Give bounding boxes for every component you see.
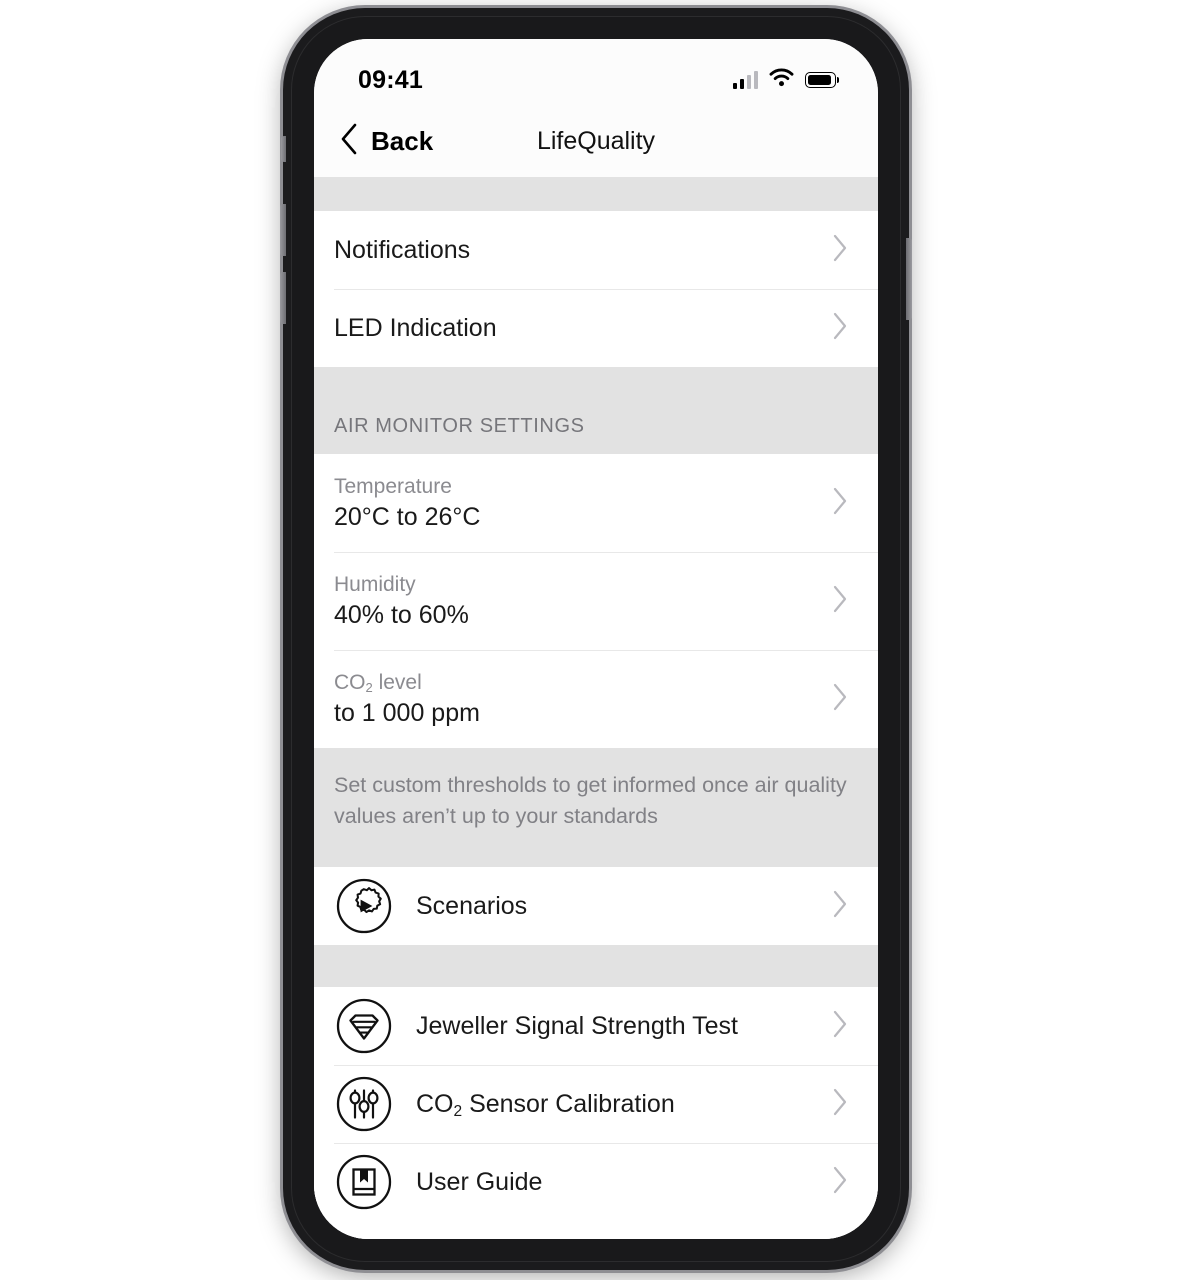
row-co2-level-label: CO2 level [334, 670, 422, 696]
status-bar-icons [732, 68, 839, 92]
chevron-right-icon [832, 312, 848, 345]
row-humidity[interactable]: Humidity 40% to 60% [314, 552, 878, 650]
back-button[interactable]: Back [340, 123, 433, 160]
book-bookmark-icon [334, 1152, 394, 1212]
row-led-indication-label: LED Indication [334, 313, 497, 342]
row-temperature-label: Temperature [334, 474, 452, 498]
row-scenarios-label: Scenarios [416, 891, 528, 920]
row-temperature[interactable]: Temperature 20°C to 26°C [314, 454, 878, 552]
sliders-icon [334, 1074, 394, 1134]
navigation-bar: Back LifeQuality [314, 105, 878, 177]
row-temperature-value: 20°C to 26°C [334, 502, 481, 531]
row-user-guide-label: User Guide [416, 1167, 543, 1196]
chevron-right-icon [832, 683, 848, 716]
silent-switch-button[interactable] [281, 136, 286, 162]
row-led-indication[interactable]: LED Indication [314, 289, 878, 367]
chevron-right-icon [832, 1166, 848, 1199]
row-humidity-label: Humidity [334, 572, 416, 596]
row-co2-level[interactable]: CO2 level to 1 000 ppm [314, 650, 878, 748]
chevron-right-icon [832, 487, 848, 520]
home-indicator-zone [314, 1221, 878, 1239]
status-bar-time: 09:41 [358, 65, 423, 94]
wifi-icon [769, 68, 794, 92]
row-co2-calibration-label: CO2 Sensor Calibration [416, 1089, 675, 1120]
back-button-label: Back [371, 125, 434, 156]
row-notifications-label: Notifications [334, 235, 471, 264]
chevron-left-icon [340, 123, 358, 160]
cellular-signal-icon [732, 70, 758, 89]
settings-list: Notifications LED Indication AIR MONITOR… [314, 177, 878, 1239]
phone-screen: 09:41 Back LifeQuality Notifications LED… [314, 39, 878, 1239]
section-spacer-top [314, 177, 878, 211]
volume-down-button[interactable] [280, 272, 286, 324]
air-settings-footer-note: Set custom thresholds to get informed on… [314, 748, 878, 868]
jeweller-signal-icon [334, 996, 394, 1056]
chevron-right-icon [832, 1088, 848, 1121]
chevron-right-icon [832, 1010, 848, 1043]
row-jeweller-signal-strength-test[interactable]: Jeweller Signal Strength Test [314, 987, 878, 1066]
volume-up-button[interactable] [280, 204, 286, 256]
row-user-guide[interactable]: User Guide [314, 1143, 878, 1222]
row-jeweller-label: Jeweller Signal Strength Test [416, 1011, 738, 1040]
row-humidity-value: 40% to 60% [334, 600, 469, 629]
chevron-right-icon [832, 234, 848, 267]
section-header-air-monitor-settings: AIR MONITOR SETTINGS [314, 367, 878, 454]
row-co2-level-value: to 1 000 ppm [334, 698, 480, 727]
row-scenarios[interactable]: Scenarios [314, 867, 878, 946]
row-co2-sensor-calibration[interactable]: CO2 Sensor Calibration [314, 1065, 878, 1144]
phone-frame: 09:41 Back LifeQuality Notifications LED… [280, 8, 912, 1270]
section-spacer-tools [314, 945, 878, 988]
row-notifications[interactable]: Notifications [314, 211, 878, 289]
chevron-right-icon [832, 890, 848, 923]
power-button[interactable] [906, 238, 912, 320]
battery-full-icon [805, 72, 839, 88]
chevron-right-icon [832, 585, 848, 618]
gear-play-icon [334, 876, 394, 936]
status-bar: 09:41 [314, 39, 878, 105]
